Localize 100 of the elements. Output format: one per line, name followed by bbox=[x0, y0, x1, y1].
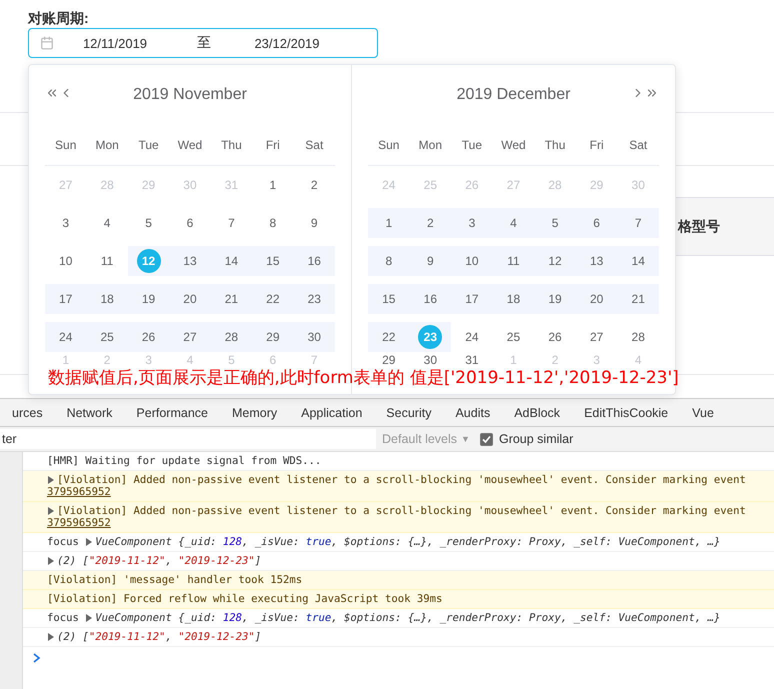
calendar-day[interactable]: 13 bbox=[178, 249, 202, 273]
calendar-day[interactable]: 13 bbox=[584, 249, 609, 273]
calendar-day[interactable]: 25 bbox=[95, 325, 120, 349]
calendar-day[interactable]: 26 bbox=[543, 325, 568, 349]
warning-message: [Violation] Added non-passive event listener to a scroll-blocking 'mousewheel' event. Consider marking event 3795965952 bbox=[23, 502, 774, 533]
calendar-day[interactable]: 29 bbox=[260, 325, 285, 349]
calendar-day[interactable]: 1 bbox=[260, 173, 285, 197]
devtools-tab[interactable]: Audits bbox=[443, 406, 502, 420]
calendar-day[interactable]: 24 bbox=[54, 325, 78, 349]
warning-message: [Violation] Forced reflow while executing JavaScript took 39ms bbox=[23, 590, 774, 609]
weekday-label: Fri bbox=[264, 138, 281, 152]
calendar-day[interactable]: 20 bbox=[178, 287, 202, 311]
expand-triangle-icon[interactable] bbox=[85, 538, 94, 546]
calendar-day[interactable]: 27 bbox=[178, 325, 202, 349]
calendar-day[interactable]: 17 bbox=[460, 287, 484, 311]
warning-message: [Violation] Added non-passive event listener to a scroll-blocking 'mousewheel' event. Consider marking event 3795965952 bbox=[23, 471, 774, 502]
calendar-day[interactable]: 24 bbox=[460, 325, 484, 349]
calendar-day[interactable]: 14 bbox=[626, 249, 650, 273]
weekday-label: Mon bbox=[94, 138, 120, 152]
calendar-day[interactable]: 28 bbox=[219, 325, 244, 349]
calendar-day[interactable]: 16 bbox=[418, 287, 442, 311]
checkbox-label: Group similar bbox=[498, 432, 574, 446]
devtools-tab[interactable]: Vue bbox=[680, 406, 726, 420]
warning-message: [Violation] 'message' handler took 152ms bbox=[23, 571, 774, 590]
weekday-label: Thu bbox=[544, 138, 566, 152]
date-range-field[interactable]: 12/11/2019 至 23/12/2019 bbox=[28, 28, 378, 58]
calendar-day[interactable]: 25 bbox=[501, 325, 526, 349]
calendar-day[interactable]: 9 bbox=[302, 211, 326, 235]
calendar-day[interactable]: 16 bbox=[302, 249, 326, 273]
calendar-day[interactable]: 7 bbox=[219, 211, 244, 235]
calendar-day[interactable]: 15 bbox=[376, 287, 401, 311]
expand-triangle-icon[interactable] bbox=[47, 557, 55, 565]
calendar-day[interactable]: 9 bbox=[418, 249, 442, 273]
calendar-day[interactable]: 5 bbox=[136, 211, 161, 235]
devtools-tab[interactable]: Security bbox=[374, 406, 444, 420]
calendar-day[interactable]: 8 bbox=[376, 249, 401, 273]
calendar-day[interactable]: 4 bbox=[501, 211, 526, 235]
calendar-day[interactable]: 3 bbox=[460, 211, 484, 235]
weekday-label: Sun bbox=[54, 138, 78, 152]
calendar-day[interactable]: 12 bbox=[543, 249, 568, 273]
calendar-day[interactable]: 5 bbox=[543, 211, 568, 235]
calendar-day[interactable]: 3 bbox=[54, 211, 78, 235]
source-link[interactable]: 3795965952 bbox=[47, 517, 111, 529]
calendar-day[interactable]: 6 bbox=[584, 211, 609, 235]
field-label: 对账周期: bbox=[28, 10, 89, 28]
calendar-day[interactable]: 8 bbox=[260, 211, 285, 235]
calendar-day[interactable]: 30 bbox=[418, 354, 442, 366]
weekday-label: Sat bbox=[628, 138, 648, 152]
devtools-tab[interactable]: EditThisCookie bbox=[572, 406, 680, 420]
filter-field[interactable]: ter bbox=[0, 429, 376, 449]
calendar-day[interactable]: 17 bbox=[54, 287, 78, 311]
prompt-icon[interactable] bbox=[33, 653, 41, 663]
calendar-day[interactable]: 23 bbox=[302, 287, 326, 311]
calendar-day[interactable]: 2 bbox=[418, 211, 442, 235]
calendar-day[interactable]: 26 bbox=[136, 325, 161, 349]
expand-triangle-icon[interactable] bbox=[47, 476, 55, 484]
calendar-day[interactable]: 19 bbox=[136, 287, 161, 311]
devtools-tab[interactable]: Memory bbox=[220, 406, 290, 420]
calendar-day[interactable]: 20 bbox=[584, 287, 609, 311]
weekday-label: Tue bbox=[137, 138, 160, 152]
annotation-text: 数据赋值后,页面展示是正确的,此时form表单的 值是['2019-11-12','2019-12-23'] bbox=[48, 369, 679, 388]
calendar-day[interactable]: 10 bbox=[460, 249, 484, 273]
calendar-day[interactable]: 14 bbox=[219, 249, 244, 273]
calendar-day[interactable]: 6 bbox=[178, 211, 202, 235]
devtools-tab[interactable]: Network bbox=[54, 406, 124, 420]
devtools-tab[interactable]: urces bbox=[0, 406, 55, 420]
expand-triangle-icon[interactable] bbox=[47, 507, 55, 515]
calendar-day[interactable]: 28 bbox=[626, 325, 650, 349]
calendar-day[interactable]: 15 bbox=[260, 249, 285, 273]
weekday-label: Tue bbox=[460, 138, 484, 152]
calendar-day[interactable]: 22 bbox=[260, 287, 285, 311]
calendar-day[interactable]: 2 bbox=[302, 173, 326, 197]
weekday-label: Mon bbox=[418, 138, 444, 152]
calendar-day[interactable]: 22 bbox=[376, 325, 401, 349]
source-link[interactable]: 3795965952 bbox=[47, 486, 111, 498]
calendar-day[interactable]: 29 bbox=[376, 354, 401, 366]
calendar-day[interactable]: 31 bbox=[460, 354, 484, 366]
calendar-day[interactable]: 1 bbox=[376, 211, 401, 235]
calendar-icon bbox=[40, 36, 54, 50]
checkbox[interactable] bbox=[480, 432, 493, 446]
calendar-day[interactable]: 21 bbox=[626, 287, 650, 311]
calendar-day[interactable]: 19 bbox=[543, 287, 568, 311]
weekday-label: Wed bbox=[176, 138, 204, 152]
calendar-day[interactable]: 7 bbox=[626, 211, 650, 235]
expand-triangle-icon[interactable] bbox=[47, 633, 55, 641]
calendar-day[interactable]: 4 bbox=[95, 211, 120, 235]
calendar-day[interactable]: 18 bbox=[501, 287, 526, 311]
devtools-tab[interactable]: Performance bbox=[124, 406, 220, 420]
devtools-tab[interactable]: AdBlock bbox=[502, 406, 572, 420]
calendar-day[interactable]: 27 bbox=[584, 325, 609, 349]
weekday-label: Wed bbox=[500, 138, 527, 152]
devtools-tab[interactable]: Application bbox=[289, 406, 374, 420]
expand-triangle-icon[interactable] bbox=[85, 614, 94, 622]
month-title: 2019 December bbox=[456, 86, 570, 104]
calendar-day[interactable]: 30 bbox=[302, 325, 326, 349]
calendar-day[interactable]: 21 bbox=[219, 287, 244, 311]
calendar-day[interactable]: 18 bbox=[95, 287, 120, 311]
calendar-day[interactable]: 11 bbox=[501, 249, 526, 273]
calendar-day[interactable]: 10 bbox=[54, 249, 78, 273]
calendar-day[interactable]: 11 bbox=[95, 249, 120, 273]
